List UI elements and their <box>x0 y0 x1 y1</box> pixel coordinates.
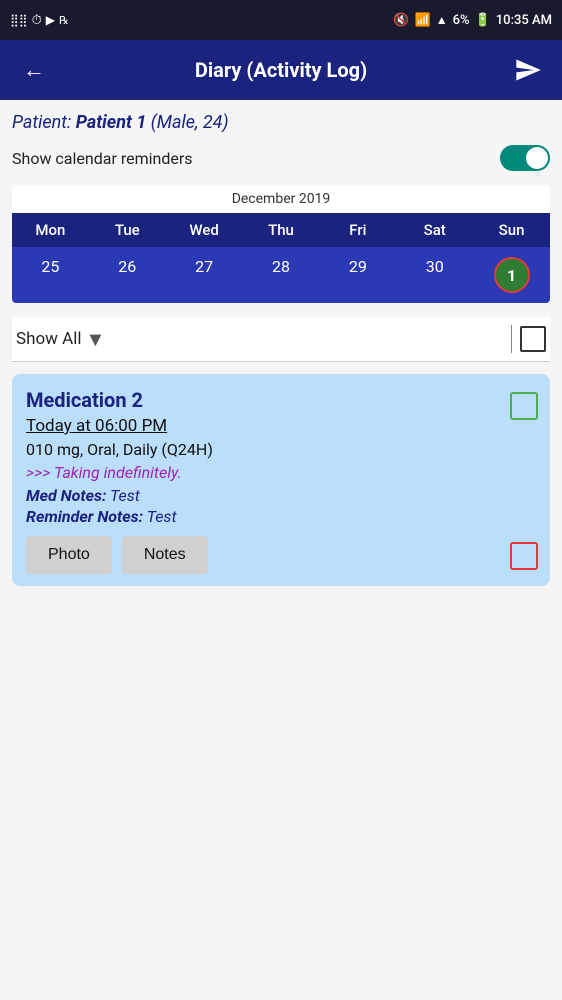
cal-day-25[interactable]: 25 <box>12 247 89 303</box>
battery-icon: 🔋 <box>475 13 491 28</box>
page-title: Diary (Activity Log) <box>52 58 510 82</box>
filter-row: Show All ▼ <box>12 317 550 362</box>
reminders-toggle[interactable] <box>500 145 550 171</box>
wifi-icon: 📶 <box>415 13 431 28</box>
med-reminder-notes: Reminder Notes: Test <box>26 507 500 526</box>
calendar-month: December 2019 <box>12 185 550 213</box>
send-icon <box>514 56 542 84</box>
reminder-row: Show calendar reminders <box>12 145 550 171</box>
cal-header-wed: Wed <box>166 213 243 247</box>
status-right: 🔇 📶 ▲ 6% 🔋 10:35 AM <box>393 13 552 28</box>
med-buttons: Photo Notes <box>26 536 500 574</box>
back-button[interactable]: ← <box>16 52 52 88</box>
filter-square-button[interactable] <box>520 326 546 352</box>
cal-day-26[interactable]: 26 <box>89 247 166 303</box>
show-all-dropdown[interactable]: Show All ▼ <box>16 327 503 352</box>
back-arrow-icon: ← <box>23 57 45 83</box>
med-notes-label: Med Notes: <box>26 486 106 505</box>
notes-button[interactable]: Notes <box>122 536 208 574</box>
status-left: ⣿⣿ ⏱ ▶ ℞ <box>10 13 69 28</box>
play-icon: ▶ <box>46 13 55 27</box>
status-bar: ⣿⣿ ⏱ ▶ ℞ 🔇 📶 ▲ 6% 🔋 10:35 AM <box>0 0 562 40</box>
cal-header-sun: Sun <box>473 213 550 247</box>
cal-header-thu: Thu <box>243 213 320 247</box>
checkbox-green[interactable] <box>510 392 538 420</box>
dropdown-arrow-icon: ▼ <box>86 327 106 352</box>
timer-icon: ⏱ <box>32 13 42 28</box>
filter-divider <box>511 325 512 353</box>
med-details: 010 mg, Oral, Daily (Q24H) <box>26 440 500 459</box>
battery-percent: 6% <box>453 13 470 28</box>
reminder-notes-label: Reminder Notes: <box>26 507 143 526</box>
reminder-notes-value-text: Test <box>147 507 177 526</box>
cal-day-27[interactable]: 27 <box>166 247 243 303</box>
cal-header-mon: Mon <box>12 213 89 247</box>
rx-icon: ℞ <box>59 14 69 27</box>
photo-button[interactable]: Photo <box>26 536 112 574</box>
app-bar: ← Diary (Activity Log) <box>0 40 562 100</box>
send-button[interactable] <box>510 52 546 88</box>
patient-info: Patient: Patient 1 (Male, 24) <box>12 112 550 133</box>
cal-day-29[interactable]: 29 <box>319 247 396 303</box>
toggle-circle <box>526 147 548 169</box>
cal-day-30[interactable]: 30 <box>396 247 473 303</box>
main-content: Patient: Patient 1 (Male, 24) Show calen… <box>0 100 562 1000</box>
patient-details: (Male, 24) <box>151 112 229 133</box>
cal-header-sat: Sat <box>396 213 473 247</box>
reminder-label: Show calendar reminders <box>12 149 193 168</box>
signal-icon: ▲ <box>436 13 448 27</box>
clock: 10:35 AM <box>496 13 552 28</box>
calendar: December 2019 Mon Tue Wed Thu Fri Sat Su… <box>12 185 550 303</box>
checkbox-red[interactable] <box>510 542 538 570</box>
calendar-header: Mon Tue Wed Thu Fri Sat Sun <box>12 213 550 247</box>
cal-header-tue: Tue <box>89 213 166 247</box>
patient-label: Patient: <box>12 112 71 133</box>
show-all-label: Show All <box>16 329 82 349</box>
cal-day-28[interactable]: 28 <box>243 247 320 303</box>
med-notes: Med Notes: Test <box>26 486 500 505</box>
mute-icon: 🔇 <box>393 13 409 28</box>
patient-name: Patient 1 <box>76 112 147 133</box>
grid-icon: ⣿⣿ <box>10 13 28 27</box>
active-day-circle: 1 <box>494 257 530 293</box>
med-checkboxes <box>510 388 538 574</box>
calendar-days-row: 25 26 27 28 29 30 1 <box>12 247 550 303</box>
med-card-main: Medication 2 Today at 06:00 PM 010 mg, O… <box>26 388 500 574</box>
med-taking: >>> Taking indefinitely. <box>26 463 500 482</box>
cal-header-fri: Fri <box>319 213 396 247</box>
med-name: Medication 2 <box>26 388 500 412</box>
med-time: Today at 06:00 PM <box>26 416 500 436</box>
med-notes-value-text: Test <box>110 486 140 505</box>
medication-card: Medication 2 Today at 06:00 PM 010 mg, O… <box>12 374 550 586</box>
cal-day-1[interactable]: 1 <box>473 247 550 303</box>
